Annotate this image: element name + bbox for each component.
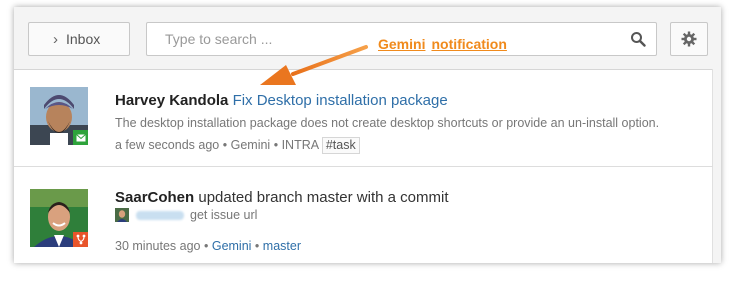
separator-dot: • bbox=[203, 239, 209, 253]
gear-icon bbox=[681, 31, 697, 47]
timestamp: a few seconds ago bbox=[115, 138, 220, 152]
redacted-author bbox=[136, 210, 184, 220]
avatar bbox=[30, 87, 88, 145]
envelope-icon bbox=[73, 130, 88, 145]
project-label: INTRA bbox=[281, 138, 319, 152]
avatar bbox=[30, 189, 88, 247]
notification-item[interactable]: Harvey Kandola Fix Desktop installation … bbox=[14, 70, 713, 167]
timestamp: 30 minutes ago bbox=[115, 239, 201, 253]
branch-link[interactable]: master bbox=[263, 239, 301, 253]
separator-dot: • bbox=[273, 138, 279, 152]
source-label: Gemini bbox=[230, 138, 271, 152]
source-link[interactable]: Gemini bbox=[212, 239, 252, 253]
commit-author-avatar bbox=[115, 208, 129, 222]
annotation-label: Gemini notification bbox=[378, 36, 507, 52]
annotation-word-gemini: Gemini bbox=[378, 36, 426, 52]
tag-badge[interactable]: #task bbox=[321, 137, 360, 154]
action-text: updated branch master with a commit bbox=[198, 189, 449, 206]
notification-title: SaarCohen updated branch master with a c… bbox=[115, 189, 449, 206]
search-icon[interactable] bbox=[630, 31, 646, 47]
commit-message: get issue url bbox=[190, 208, 258, 222]
settings-button[interactable] bbox=[670, 22, 708, 56]
notification-meta: 30 minutes ago • Gemini • master bbox=[115, 239, 301, 253]
commit-line: get issue url bbox=[115, 208, 257, 222]
inbox-label: Inbox bbox=[66, 31, 101, 47]
separator-dot: • bbox=[254, 239, 260, 253]
user-name[interactable]: SaarCohen bbox=[115, 189, 194, 206]
notification-item[interactable]: SaarCohen updated branch master with a c… bbox=[14, 167, 713, 263]
user-name[interactable]: Harvey Kandola bbox=[115, 92, 228, 109]
notification-description: The desktop installation package does no… bbox=[115, 116, 660, 130]
scrollbar[interactable] bbox=[712, 69, 721, 263]
notification-meta: a few seconds ago • Gemini • INTRA #task bbox=[115, 137, 360, 154]
toolbar: › Inbox Type to search ... Gemini notifi… bbox=[14, 7, 721, 70]
inbox-button[interactable]: › Inbox bbox=[28, 22, 130, 56]
separator-dot: • bbox=[222, 138, 228, 152]
notification-title: Harvey Kandola Fix Desktop installation … bbox=[115, 92, 448, 109]
chevron-right-icon: › bbox=[53, 30, 58, 48]
issue-link[interactable]: Fix Desktop installation package bbox=[233, 92, 448, 109]
git-branch-icon bbox=[73, 232, 88, 247]
annotation-word-notification: notification bbox=[431, 36, 507, 52]
notifications-panel: › Inbox Type to search ... Gemini notifi… bbox=[14, 7, 721, 263]
